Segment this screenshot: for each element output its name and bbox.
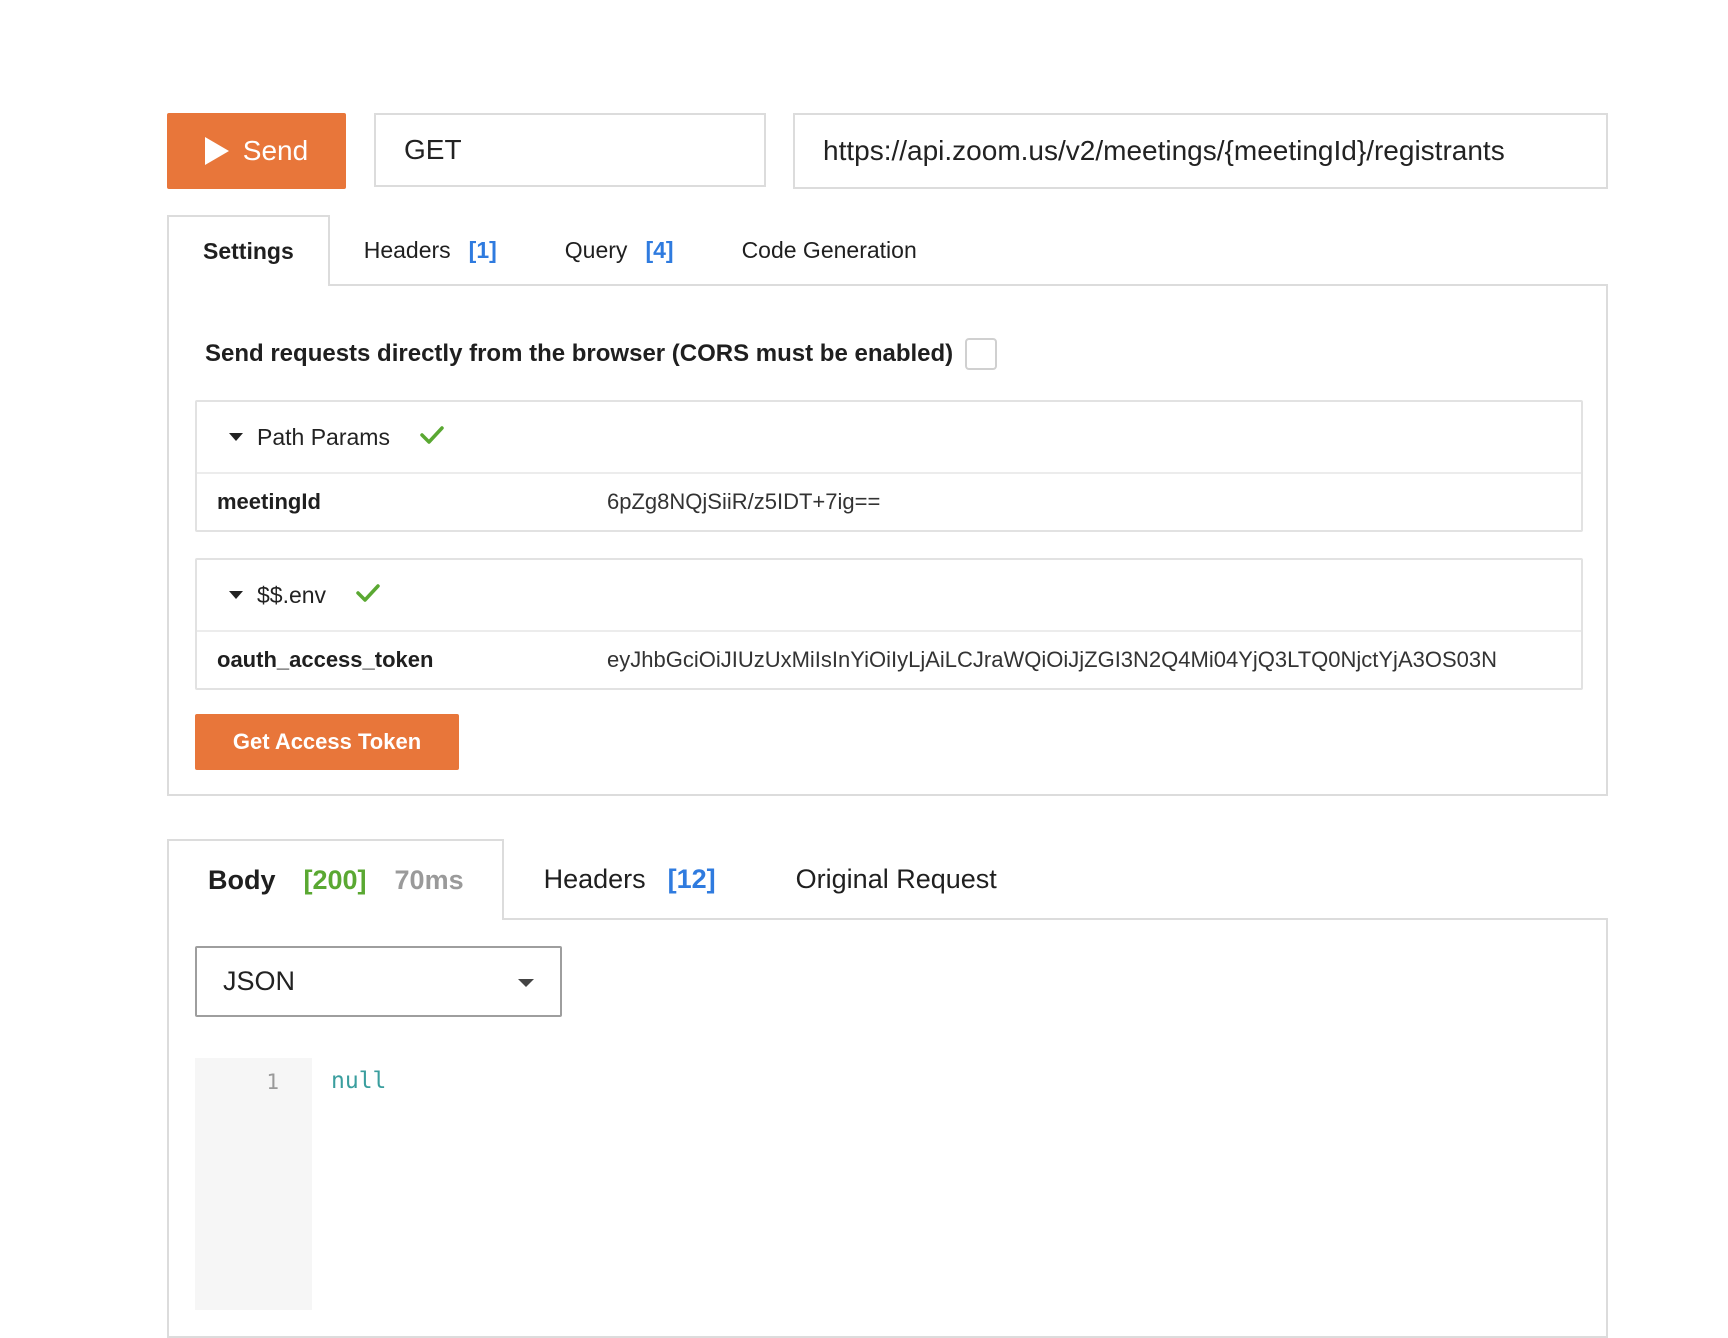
- status-badge: [200]: [303, 865, 367, 895]
- tab-response-headers[interactable]: Headers [12]: [504, 839, 756, 920]
- line-number: 1: [266, 1070, 279, 1094]
- tab-headers-label: Headers: [363, 237, 451, 263]
- tab-query-count: [4]: [645, 237, 674, 263]
- path-params-title: Path Params: [257, 423, 390, 450]
- tab-original-request[interactable]: Original Request: [756, 839, 1037, 920]
- param-value-input[interactable]: eyJhbGciOiJIUzUxMiIsInYiOiIyLjAiLCJraWQi…: [607, 647, 1581, 673]
- play-icon: [204, 137, 229, 165]
- param-key: meetingId: [217, 489, 321, 514]
- get-access-token-button[interactable]: Get Access Token: [195, 714, 459, 770]
- tab-response-headers-count: [12]: [667, 864, 716, 894]
- path-params-header[interactable]: Path Params: [197, 402, 1581, 474]
- tab-settings[interactable]: Settings: [167, 215, 330, 286]
- tab-body[interactable]: Body [200] 70ms: [167, 839, 504, 920]
- tab-settings-label: Settings: [203, 238, 294, 264]
- tab-code-generation[interactable]: Code Generation: [708, 215, 951, 286]
- chevron-down-icon: [518, 979, 534, 987]
- check-icon: [420, 424, 444, 451]
- cors-checkbox[interactable]: [965, 338, 998, 370]
- caret-down-icon: [229, 591, 243, 599]
- tab-body-label: Body: [208, 865, 276, 895]
- send-button[interactable]: Send: [167, 113, 346, 189]
- method-value: GET: [404, 134, 462, 165]
- cors-label: Send requests directly from the browser …: [205, 340, 954, 367]
- tab-query-label: Query: [564, 237, 628, 263]
- method-field[interactable]: GET: [374, 113, 766, 187]
- tab-headers-count: [1]: [468, 237, 497, 263]
- table-row: oauth_access_token eyJhbGciOiJIUzUxMiIsI…: [197, 632, 1581, 688]
- env-title: $$.env: [257, 581, 327, 608]
- env-group: $$.env oauth_access_token eyJhbGciOiJIUz…: [195, 558, 1583, 690]
- send-label: Send: [242, 135, 309, 166]
- code-gutter: [195, 1058, 312, 1310]
- cors-option: Send requests directly from the browser …: [205, 338, 998, 370]
- tab-code-generation-label: Code Generation: [741, 237, 917, 263]
- format-value: JSON: [223, 966, 296, 996]
- env-header[interactable]: $$.env: [197, 560, 1581, 632]
- request-tabs: Settings Headers [1] Query [4] Code Gene…: [167, 215, 951, 286]
- table-row: meetingId 6pZg8NQjSiiR/z5IDT+7ig==: [197, 474, 1581, 530]
- tab-original-request-label: Original Request: [795, 864, 997, 894]
- code-line: null: [331, 1068, 387, 1094]
- url-value: https://api.zoom.us/v2/meetings/{meeting…: [823, 135, 1505, 166]
- response-tabs: Body [200] 70ms Headers [12] Original Re…: [167, 839, 1037, 920]
- tab-response-headers-label: Headers: [543, 864, 646, 894]
- check-icon: [356, 582, 380, 609]
- path-params-group: Path Params meetingId 6pZg8NQjSiiR/z5IDT…: [195, 400, 1583, 532]
- format-select[interactable]: JSON: [195, 946, 562, 1017]
- response-time: 70ms: [394, 865, 464, 895]
- param-key: oauth_access_token: [217, 647, 434, 672]
- param-value-input[interactable]: 6pZg8NQjSiiR/z5IDT+7ig==: [607, 489, 1581, 515]
- tab-headers[interactable]: Headers [1]: [330, 215, 531, 286]
- caret-down-icon: [229, 433, 243, 441]
- url-input[interactable]: https://api.zoom.us/v2/meetings/{meeting…: [793, 113, 1608, 189]
- tab-query[interactable]: Query [4]: [531, 215, 708, 286]
